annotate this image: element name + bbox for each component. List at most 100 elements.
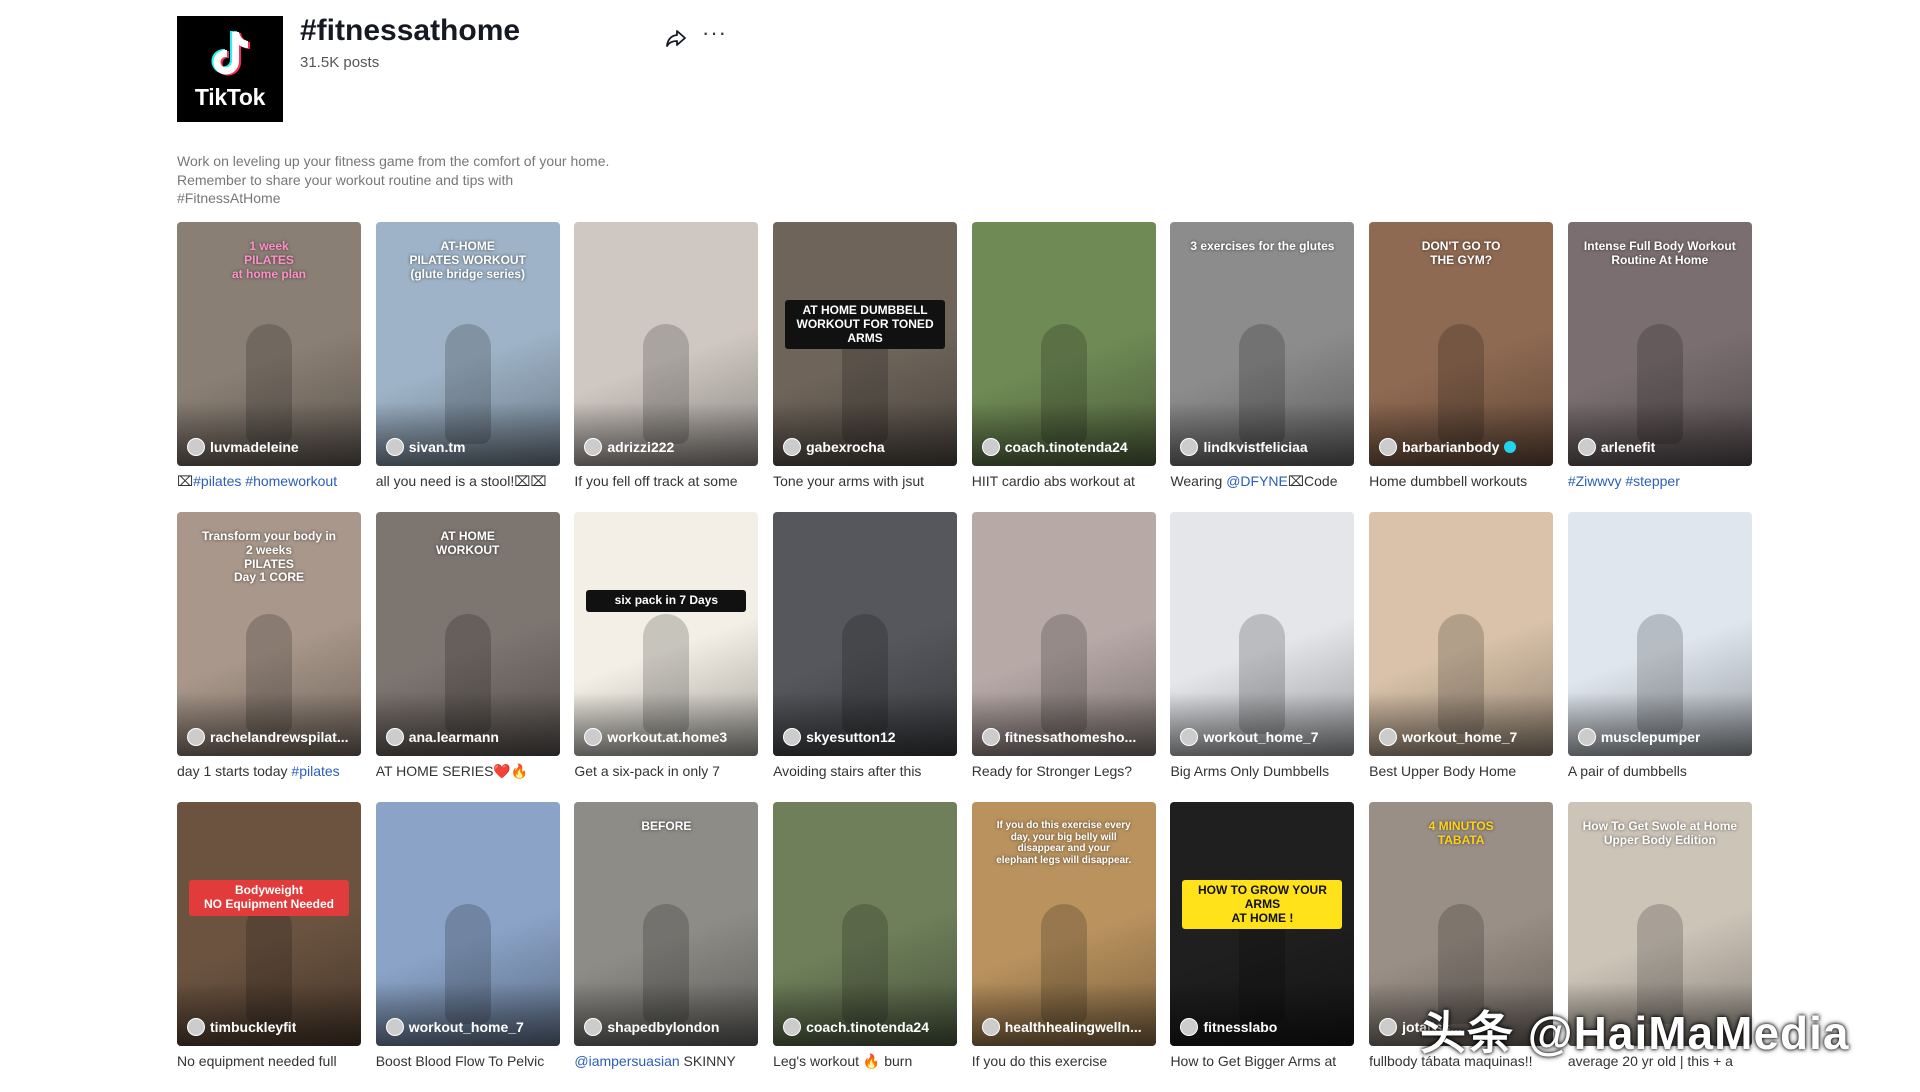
video-card[interactable]: DON'T GO TO THE GYM? barbarianbody Home du… [1369,222,1554,512]
video-thumbnail[interactable]: workout_home_7 [375,802,560,1046]
video-card[interactable]: Intense Full Body Workout Routine At Hom… [1567,222,1752,512]
video-caption[interactable]: If you fell off track at some [574,473,758,489]
video-author[interactable]: fitnesslabo [1180,1018,1277,1036]
video-caption[interactable]: Best Upper Body Home [1369,763,1553,779]
video-thumbnail[interactable]: workout_home_7 [1369,512,1554,756]
video-thumbnail[interactable]: HOW TO GROW YOUR ARMS AT HOME ! fitnessla… [1170,802,1355,1046]
video-card[interactable]: HOW TO GROW YOUR ARMS AT HOME ! fitnessla… [1170,802,1355,1092]
video-thumbnail[interactable]: workout_home_7 [1170,512,1355,756]
thumbnail-gradient [375,982,560,1046]
video-author[interactable]: workout.at.home3 [584,728,727,746]
video-author[interactable]: coach.tinotenda24 [783,1018,929,1036]
video-author[interactable]: workout_home_7 [1180,728,1319,746]
video-caption[interactable]: all you need is a stool!⌧⌧ [376,473,560,490]
video-author[interactable]: musclepumper [1577,728,1700,746]
video-author[interactable]: shapedbylondon [584,1018,719,1036]
video-caption[interactable]: AT HOME SERIES❤️🔥 [376,763,560,780]
video-caption[interactable]: #Ziwwvy #stepper [1568,473,1752,489]
video-thumbnail[interactable]: DON'T GO TO THE GYM? barbarianbody [1369,222,1554,466]
video-caption[interactable]: Boost Blood Flow To Pelvic [376,1053,560,1069]
video-thumbnail[interactable]: adrizzi222 [574,222,759,466]
video-caption[interactable]: Avoiding stairs after this [773,763,957,779]
video-caption[interactable]: Tone your arms with jsut [773,473,957,489]
video-caption[interactable]: ⌧#pilates #homeworkout [177,473,361,490]
video-author[interactable]: healthhealingwelln... [981,1018,1142,1036]
video-thumbnail[interactable]: coach.tinotenda24 [773,802,958,1046]
video-caption[interactable]: If you do this exercise [972,1053,1156,1069]
video-thumbnail[interactable]: 1 week PILATES at home plan luvmadeleine [177,222,361,466]
video-card[interactable]: 3 exercises for the glutes lindkvistfelic… [1170,222,1355,512]
video-card[interactable]: fitnessathomesho... Ready for Stronger Le… [971,512,1156,802]
video-card[interactable]: AT HOME DUMBBELL WORKOUT FOR TONED ARMS g… [773,222,958,512]
video-card[interactable]: six pack in 7 Days workout.at.home3 Get a … [574,512,759,802]
video-card[interactable]: coach.tinotenda24 Leg's workout 🔥 burn [773,802,958,1092]
video-author[interactable]: barbarianbody [1379,438,1517,456]
video-author[interactable]: skyesutton12 [783,728,896,746]
video-card[interactable]: Transform your body in 2 weeks PILATES D… [177,512,361,802]
video-thumbnail[interactable]: musclepumper [1567,512,1752,756]
video-caption[interactable]: Big Arms Only Dumbbells [1170,763,1354,779]
video-author[interactable]: workout_home_7 [385,1018,524,1036]
video-thumbnail[interactable]: Intense Full Body Workout Routine At Hom… [1567,222,1752,466]
video-caption[interactable]: Ready for Stronger Legs? [972,763,1156,779]
video-caption[interactable]: HIIT cardio abs workout at [972,473,1156,489]
video-caption[interactable]: A pair of dumbbells [1568,763,1752,779]
share-button[interactable] [664,26,688,50]
video-card[interactable]: adrizzi222 If you fell off track at some [574,222,759,512]
video-card[interactable]: musclepumper A pair of dumbbells [1567,512,1752,802]
video-caption[interactable]: How to Get Bigger Arms at [1170,1053,1354,1069]
video-author[interactable]: rachelandrewspilat... [187,728,349,746]
video-caption[interactable]: @iampersuasian SKINNY [574,1053,758,1069]
video-thumbnail[interactable]: skyesutton12 [773,512,958,756]
video-card[interactable]: Bodyweight NO Equipment Needed timbuckley… [177,802,361,1092]
thumbnail-gradient [971,402,1156,466]
caption-hashtag-link[interactable]: @iampersuasian [574,1053,679,1069]
video-card[interactable]: workout_home_7 Big Arms Only Dumbbells [1170,512,1355,802]
video-author[interactable]: luvmadeleine [187,438,299,456]
video-author[interactable]: fitnessathomesho... [981,728,1136,746]
caption-hashtag-link[interactable]: #Ziwwvy #stepper [1568,473,1680,489]
video-card[interactable]: AT-HOME PILATES WORKOUT (glute bridge se… [375,222,560,512]
video-caption[interactable]: day 1 starts today #pilates [177,763,361,779]
video-thumbnail[interactable]: fitnessathomesho... [971,512,1156,756]
video-thumbnail[interactable]: 3 exercises for the glutes lindkvistfelic… [1170,222,1355,466]
video-thumbnail[interactable]: If you do this exercise every day, your … [971,802,1156,1046]
video-thumbnail[interactable]: coach.tinotenda24 [971,222,1156,466]
thumbnail-gradient [1170,402,1355,466]
caption-text: Home dumbbell workouts [1369,473,1528,489]
video-caption[interactable]: Get a six-pack in only 7 [574,763,758,779]
video-thumbnail[interactable]: Bodyweight NO Equipment Needed timbuckley… [177,802,361,1046]
video-author[interactable]: timbuckleyfit [187,1018,296,1036]
caption-hashtag-link[interactable]: #pilates #homeworkout [193,473,337,489]
video-card[interactable]: AT HOME WORKOUT ana.learmann AT HOME SERIE… [375,512,560,802]
video-card[interactable]: workout_home_7 Best Upper Body Home [1369,512,1554,802]
video-author[interactable]: coach.tinotenda24 [981,438,1128,456]
video-card[interactable]: workout_home_7 Boost Blood Flow To Pelvic [375,802,560,1092]
video-thumbnail[interactable]: Transform your body in 2 weeks PILATES D… [177,512,361,756]
video-card[interactable]: 1 week PILATES at home plan luvmadeleine ⌧… [177,222,361,512]
video-thumbnail[interactable]: AT HOME DUMBBELL WORKOUT FOR TONED ARMS g… [773,222,958,466]
video-thumbnail[interactable]: BEFORE shapedbylondon [574,802,759,1046]
video-author[interactable]: gabexrocha [783,438,885,456]
video-caption[interactable]: Wearing @DFYNE⌧Code [1170,473,1354,490]
video-author[interactable]: adrizzi222 [584,438,674,456]
video-thumbnail[interactable]: six pack in 7 Days workout.at.home3 [574,512,759,756]
video-thumbnail[interactable]: AT-HOME PILATES WORKOUT (glute bridge se… [375,222,560,466]
video-thumbnail[interactable]: AT HOME WORKOUT ana.learmann [375,512,560,756]
video-card[interactable]: BEFORE shapedbylondon @iampersuasian SKINN… [574,802,759,1092]
video-author[interactable]: sivan.tm [385,438,466,456]
video-author[interactable]: lindkvistfeliciaa [1180,438,1308,456]
avatar [1379,438,1398,456]
video-author[interactable]: arlenefit [1577,438,1655,456]
more-options-button[interactable]: ··· [702,20,727,46]
video-author[interactable]: ana.learmann [385,728,499,746]
video-caption[interactable]: Home dumbbell workouts [1369,473,1553,489]
caption-hashtag-link[interactable]: @DFYNE [1226,473,1288,489]
video-caption[interactable]: No equipment needed full [177,1053,361,1069]
video-card[interactable]: If you do this exercise every day, your … [971,802,1156,1092]
video-card[interactable]: coach.tinotenda24 HIIT cardio abs workout… [971,222,1156,512]
video-author[interactable]: workout_home_7 [1379,728,1517,746]
caption-hashtag-link[interactable]: #pilates [291,763,339,779]
video-card[interactable]: skyesutton12 Avoiding stairs after this [773,512,958,802]
video-caption[interactable]: Leg's workout 🔥 burn [773,1053,957,1070]
